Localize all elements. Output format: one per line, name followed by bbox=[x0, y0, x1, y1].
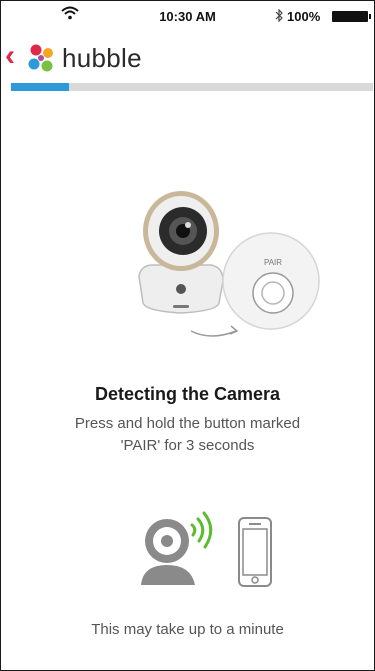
page-title: Detecting the Camera bbox=[94, 384, 281, 404]
chevron-left-icon[interactable]: ‹ bbox=[5, 41, 15, 71]
app-screen: 10:30 AM 100% ‹ hubble PAIR Detecting th… bbox=[0, 0, 375, 671]
pairing-graphic bbox=[137, 501, 287, 591]
instruction-text: Press and hold the button marked 'PAIR' … bbox=[1, 413, 374, 457]
bluetooth-icon bbox=[275, 8, 284, 25]
battery-icon bbox=[332, 11, 371, 22]
camera-icon bbox=[141, 519, 195, 585]
brand-name: hubble bbox=[62, 43, 142, 73]
camera-pair-illustration: PAIR bbox=[131, 181, 321, 351]
app-header: ‹ hubble bbox=[1, 35, 374, 83]
phone-icon bbox=[238, 517, 272, 587]
hubble-logo bbox=[25, 42, 57, 74]
wait-note: This may take up to a minute bbox=[91, 621, 284, 638]
setup-progress-bar bbox=[11, 83, 373, 91]
battery-percent: 100% bbox=[287, 9, 321, 24]
instruction-line-2: 'PAIR' for 3 seconds bbox=[120, 437, 255, 454]
status-bar: 10:30 AM 100% bbox=[1, 1, 374, 35]
signal-waves-icon bbox=[190, 511, 213, 549]
instruction-line-1: Press and hold the button marked bbox=[74, 415, 301, 432]
setup-progress-fill bbox=[11, 83, 69, 91]
pair-label: PAIR bbox=[264, 258, 282, 267]
